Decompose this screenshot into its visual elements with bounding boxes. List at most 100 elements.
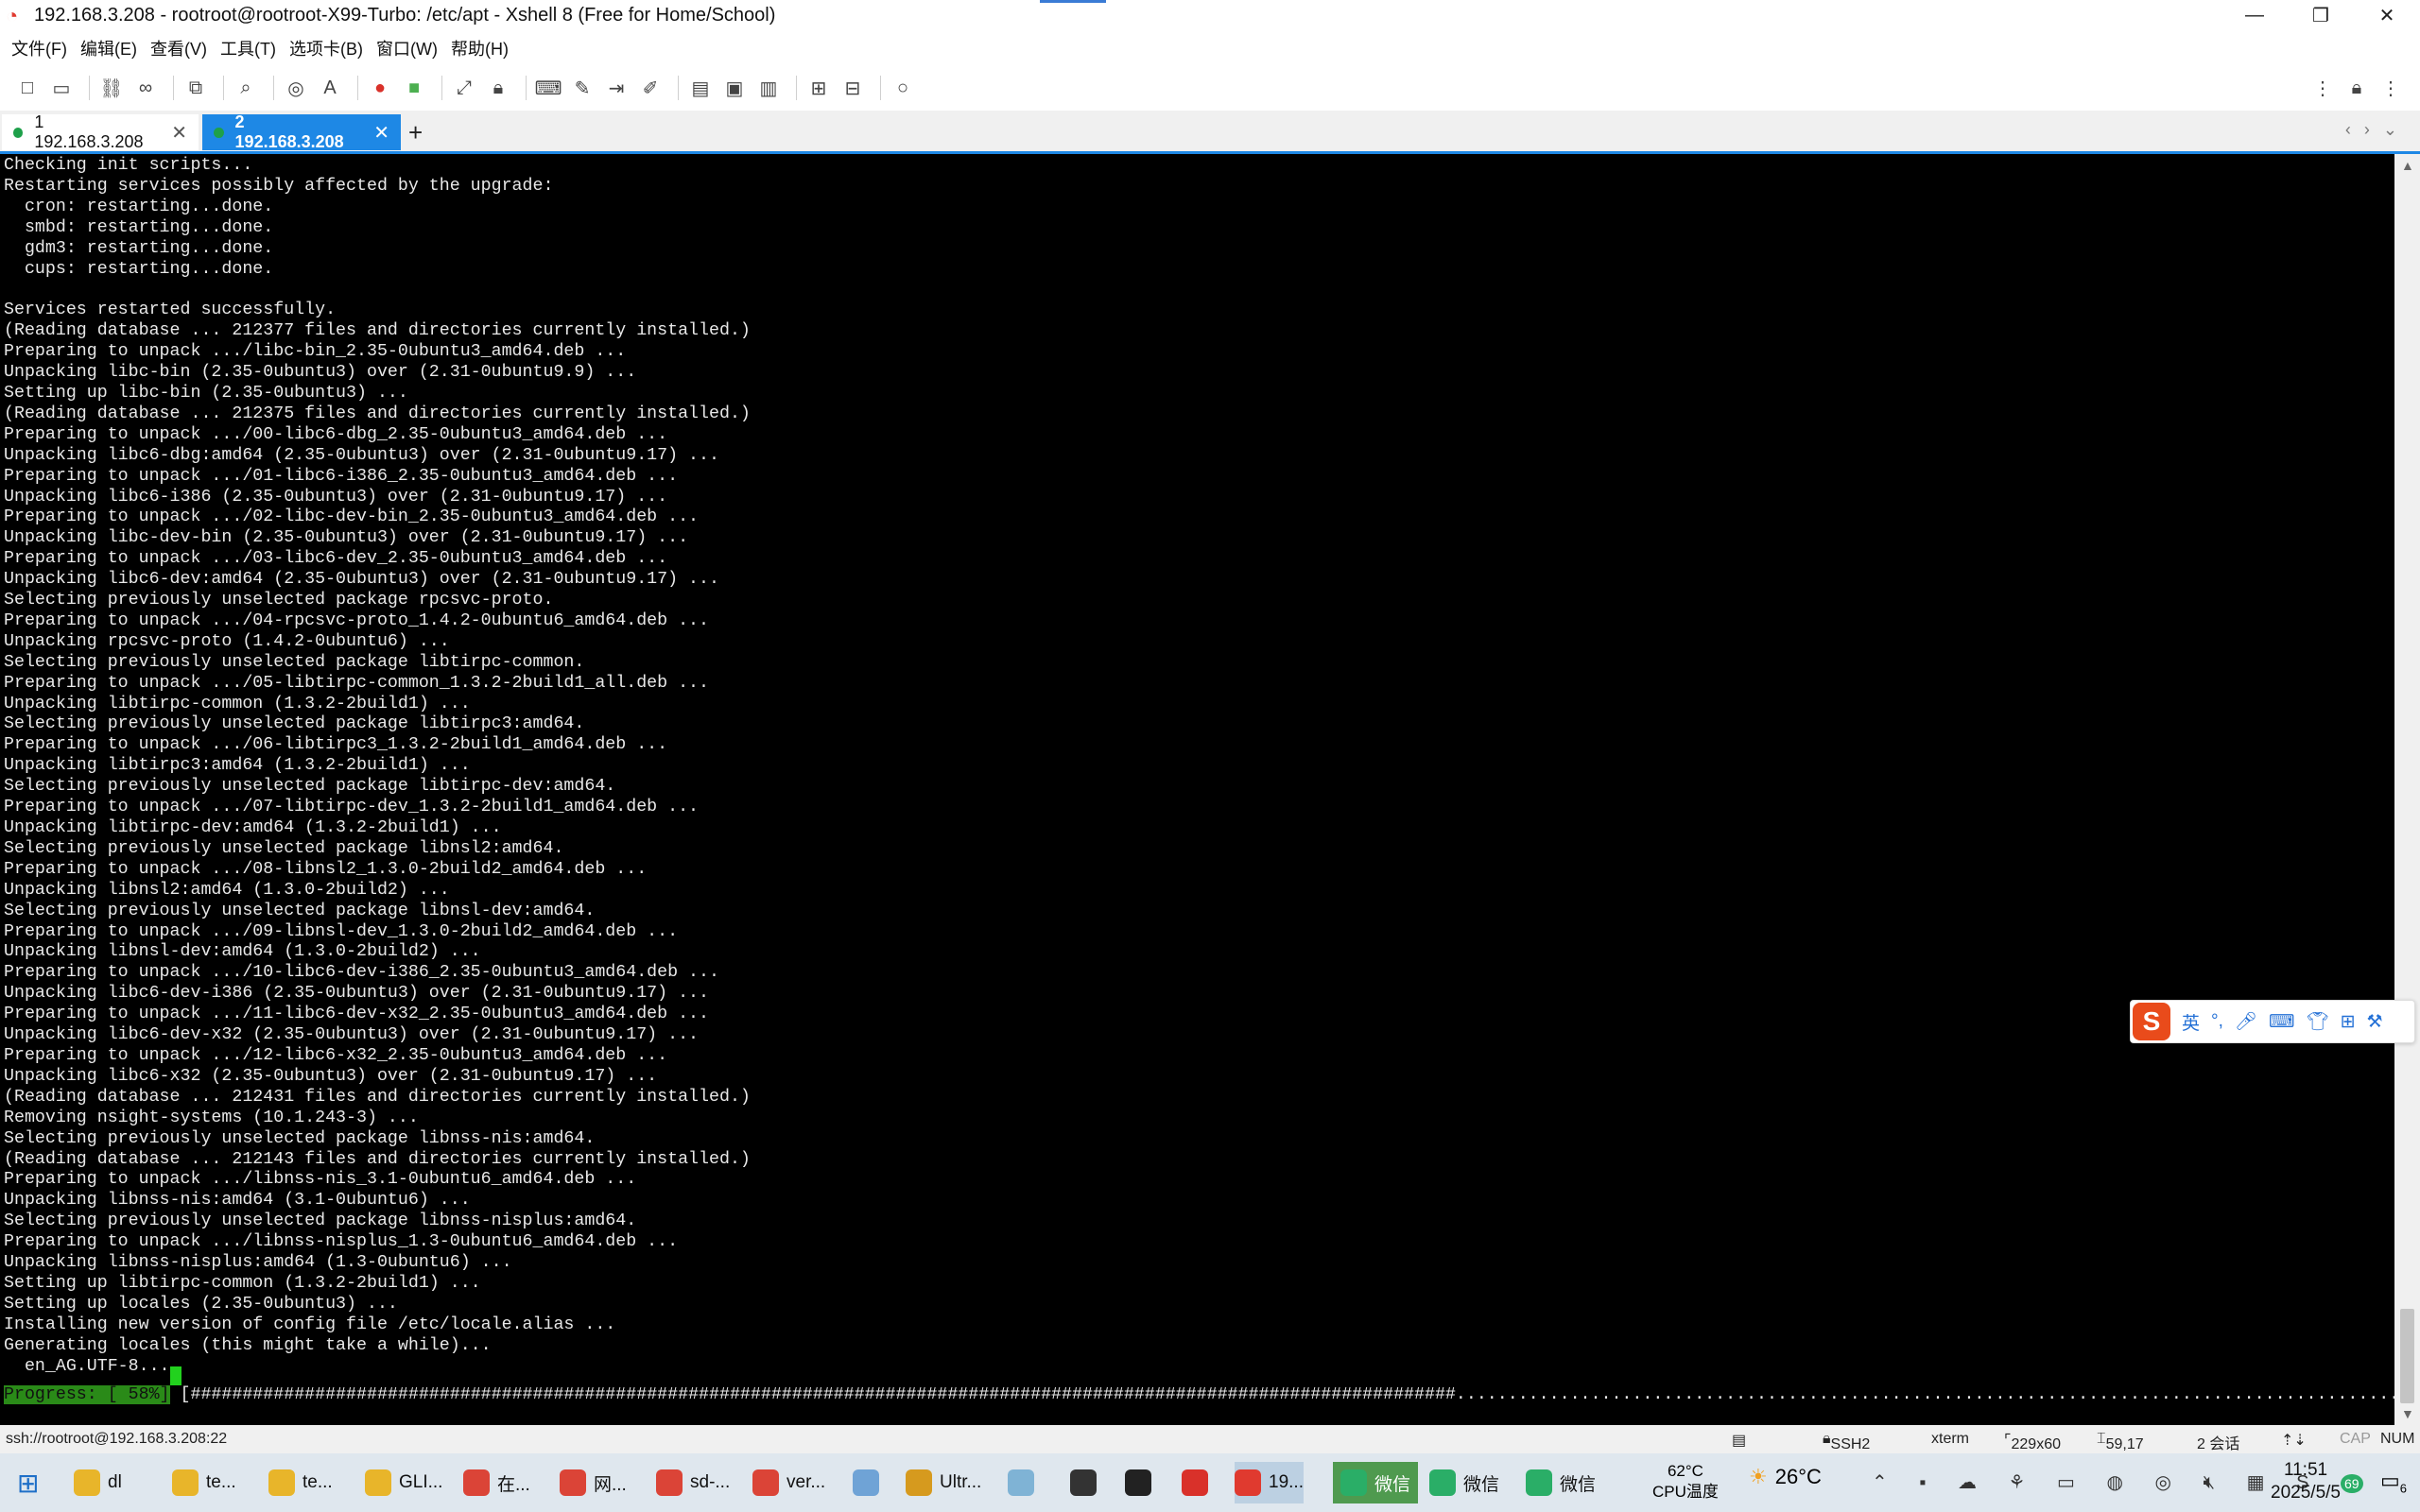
new-tab-icon[interactable]: ⊞ [804,74,833,102]
weather-widget[interactable]: ☀ 26°C [1749,1465,1822,1489]
system-clock[interactable]: 11:51 2025/5/5 [2271,1459,2341,1504]
taskbar-item[interactable]: 微信 [1429,1462,1499,1503]
lock-panel-icon[interactable]: 🔒︎ [2342,74,2371,102]
taskbar-item[interactable]: GLI... [365,1462,442,1503]
keyboard-icon[interactable]: ⌨ [2269,1011,2294,1033]
add-tab-button[interactable]: + [408,118,423,147]
progress-bar: [#######################################… [180,1385,2394,1404]
sogou-logo-icon[interactable]: S [2133,1003,2170,1040]
keyboard-icon[interactable]: ⌨ [534,74,562,102]
pen-icon[interactable]: ✎ [568,74,596,102]
taskbar-item[interactable]: 在... [463,1462,530,1503]
tab-navigation[interactable]: ‹›⌄ [2345,120,2411,140]
taskbar-item[interactable]: te... [172,1462,236,1503]
record-icon[interactable]: ▣ [720,74,749,102]
toolbar: □ ▭ ⛓ ∞ ⧉ ⌕ ◎ A ● ■ ⤢ 🔒︎ ⌨ ✎ ⇥ ✐ ▤ ▣ ▥ ⊞… [0,65,2420,111]
menu-tools[interactable]: 工具(T) [220,36,276,60]
connected-status-icon [13,127,24,138]
taskbar-item[interactable] [1070,1462,1104,1503]
menu-edit[interactable]: 编辑(E) [80,36,137,60]
ime-punctuation-toggle[interactable]: °, [2211,1011,2223,1032]
cpu-temperature: 62°C CPU温度 [1652,1461,1719,1503]
taskbar-item[interactable]: sd-... [656,1462,730,1503]
tab-session-2[interactable]: 2 192.168.3.208 ✕ [202,112,401,151]
copy-icon[interactable]: ⧉ [182,74,210,102]
menu-view[interactable]: 查看(V) [150,36,207,60]
tray-badge: 69 [2340,1474,2363,1493]
xftp-icon[interactable]: ● [366,74,394,102]
log-icon[interactable]: ▥ [754,74,783,102]
menu-file[interactable]: 文件(F) [11,36,67,60]
new-session-icon[interactable]: □ [13,74,42,102]
wechat-icon [1526,1469,1552,1496]
xagent-icon[interactable]: ■ [400,74,428,102]
chat-icon[interactable]: ○ [889,74,917,102]
taskbar-item-label: 网... [594,1474,627,1495]
taskbar-item[interactable] [1008,1462,1042,1503]
restore-button[interactable]: ❐ [2288,0,2354,31]
terminal-cursor [170,1366,182,1385]
taskbar-item[interactable]: ver... [752,1462,825,1503]
taskbar-item[interactable]: 19... [1235,1462,1304,1503]
taskbar-item-label: 微信 [1374,1474,1411,1495]
cpu-temp-value: 62°C [1667,1462,1703,1480]
link-icon[interactable]: ⛓ [97,74,126,102]
taskbar-item[interactable]: Ultr... [906,1462,981,1503]
close-button[interactable]: ✕ [2354,0,2420,31]
close-tab-icon[interactable]: ✕ [373,121,389,145]
clock-time: 11:51 [2283,1460,2328,1480]
progress-label: Progress: [ 58%] [4,1385,170,1404]
mic-icon[interactable]: 🎤︎ [2235,1010,2257,1033]
taskbar-item-label: te... [302,1472,333,1492]
menu-help[interactable]: 帮助(H) [451,36,509,60]
compose-status-icon[interactable]: ▤ [1732,1431,1746,1450]
terminal-output[interactable]: Checking init scripts... Restarting serv… [0,154,2394,1425]
taskbar-item[interactable]: 网... [560,1462,627,1503]
unlink-icon[interactable]: ∞ [131,74,160,102]
terminal-scrollbar[interactable]: ▲ ▼ [2394,154,2420,1425]
taskbar-item[interactable]: te... [268,1462,333,1503]
font-icon[interactable]: A [316,74,344,102]
session-count[interactable]: 2 会话 [2197,1431,2239,1453]
taskbar-item[interactable] [1125,1462,1159,1503]
notification-icon[interactable]: ▭6 [2380,1469,2407,1495]
open-folder-icon[interactable]: ▭ [47,74,76,102]
more-icon[interactable]: ⋮ [2308,74,2337,102]
fullscreen-icon[interactable]: ⤢ [450,74,478,102]
tab-session-1[interactable]: 1 192.168.3.208 ✕ [2,112,199,151]
scroll-up-icon[interactable]: ▲ [2401,158,2414,173]
windows-start-icon[interactable]: ⊞ [17,1462,39,1503]
title-accent [1040,0,1106,3]
minimize-button[interactable]: — [2221,0,2288,31]
grid-icon[interactable]: ⊞ [2341,1011,2356,1033]
connected-status-icon [214,127,224,138]
ime-toolbar[interactable]: S 英 °, 🎤︎ ⌨ 👕︎ ⊞ ⚒ [2130,1000,2415,1043]
notification-count: 6 [2399,1481,2407,1496]
compose-icon[interactable]: ▤ [686,74,715,102]
weather-temp: 26°C [1774,1465,1822,1488]
taskbar-item[interactable]: dl [74,1462,122,1503]
menu-bar: 文件(F) 编辑(E) 查看(V) 工具(T) 选项卡(B) 窗口(W) 帮助(… [0,31,2420,65]
scroll-down-icon[interactable]: ▼ [2401,1406,2414,1421]
protocol-status: 🔒︎ SSH2 [1823,1431,1871,1452]
obs-icon [1070,1469,1097,1496]
lock-icon[interactable]: 🔒︎ [484,74,512,102]
menu-window[interactable]: 窗口(W) [376,36,438,60]
toolbox-icon[interactable]: ⚒ [2367,1011,2383,1033]
taskbar-item[interactable] [1182,1462,1216,1503]
globe-icon[interactable]: ◎ [282,74,310,102]
script-icon[interactable]: ✐ [636,74,665,102]
scrollbar-thumb[interactable] [2400,1309,2414,1403]
more-right-icon[interactable]: ⋮ [2377,74,2405,102]
ime-language-toggle[interactable]: 英 [2182,1009,2200,1035]
menu-tabs[interactable]: 选项卡(B) [289,36,363,60]
taskbar-item[interactable]: 微信 [1526,1462,1596,1503]
taskbar-item[interactable]: 微信 [1333,1462,1419,1503]
layout-icon[interactable]: ⊟ [838,74,867,102]
shirt-icon[interactable]: 👕︎ [2306,1010,2328,1033]
taskbar-item[interactable] [853,1462,887,1503]
close-tab-icon[interactable]: ✕ [171,121,187,145]
transfer-icon[interactable]: ⇥ [602,74,631,102]
terminal-icon [1125,1469,1151,1496]
search-icon[interactable]: ⌕ [232,74,260,102]
